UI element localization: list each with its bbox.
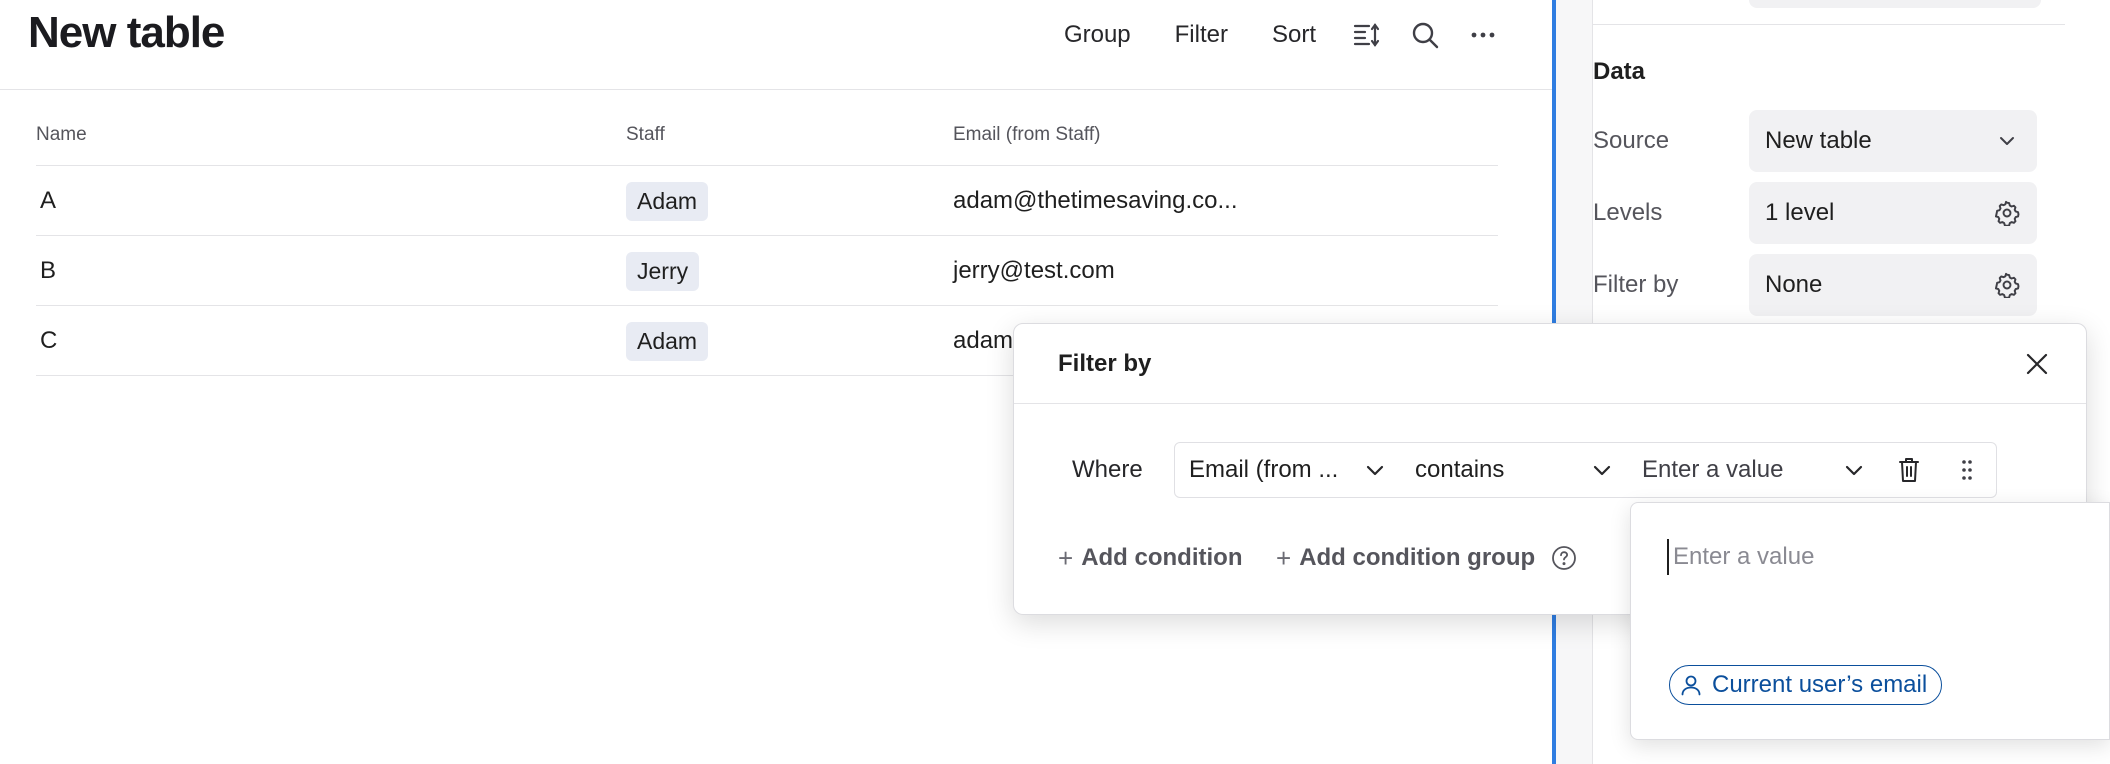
drag-handle-icon: [1962, 460, 1972, 480]
user-icon: [1681, 675, 1701, 696]
filter-popover-title: Filter by: [1058, 350, 1152, 377]
value-dropdown: Current user’s email: [1630, 502, 2110, 740]
operator-select-value: contains: [1415, 456, 1505, 483]
cell-staff: Adam: [626, 306, 709, 376]
chevron-down-icon: [1363, 458, 1387, 482]
table-row[interactable]: A Adam adam@thetimesaving.co...: [36, 166, 1498, 236]
cell-staff: Jerry: [626, 236, 700, 306]
group-button[interactable]: Group: [1042, 14, 1153, 56]
plus-icon: +: [1058, 542, 1074, 573]
cell-email: jerry@test.com: [953, 257, 1115, 284]
toolbar: Group Filter Sort: [1042, 14, 1512, 56]
help-icon[interactable]: [1551, 545, 1577, 571]
filter-popover-header: Filter by: [1014, 324, 2086, 404]
column-header-staff[interactable]: Staff: [626, 124, 665, 146]
table-row[interactable]: B Jerry jerry@test.com: [36, 236, 1498, 306]
panel-field-above: [1749, 0, 2041, 8]
column-header-email[interactable]: Email (from Staff): [953, 124, 1100, 146]
close-icon[interactable]: [2022, 349, 2052, 379]
where-label: Where: [1072, 456, 1143, 483]
delete-condition-button[interactable]: [1880, 442, 1939, 498]
plus-icon: +: [1276, 542, 1292, 573]
add-condition-group-button[interactable]: + Add condition group: [1276, 538, 1577, 578]
cell-email: adam@thetimesaving.co...: [953, 187, 1238, 214]
panel-divider: [1593, 24, 2065, 25]
field-select-value: Email (from ...: [1189, 456, 1339, 483]
source-select[interactable]: New table: [1749, 110, 2037, 172]
table-header: Name Staff Email (from Staff): [36, 110, 1498, 166]
data-section-title: Data: [1593, 58, 1646, 85]
filter-by-label: Filter by: [1593, 271, 1679, 298]
chevron-down-icon: [1993, 127, 2021, 155]
filter-by-row: Filter by None: [1593, 254, 2073, 316]
cell-name: B: [40, 257, 57, 284]
more-icon[interactable]: [1454, 14, 1512, 56]
column-header-name[interactable]: Name: [36, 124, 87, 146]
sort-button[interactable]: Sort: [1250, 14, 1338, 56]
filter-condition-row: Where Email (from ... contains Enter a v…: [1014, 442, 2088, 498]
source-label: Source: [1593, 127, 1670, 154]
filter-by-field[interactable]: None: [1749, 254, 2037, 316]
drag-handle[interactable]: [1938, 442, 1997, 498]
chevron-down-icon: [1842, 458, 1866, 482]
trash-icon: [1899, 458, 1919, 482]
levels-value: 1 level: [1765, 199, 1835, 226]
search-icon[interactable]: [1396, 14, 1454, 56]
filter-button[interactable]: Filter: [1153, 14, 1250, 56]
value-select-placeholder: Enter a value: [1642, 456, 1784, 483]
current-user-email-label: Current user’s email: [1712, 671, 1928, 698]
cell-name: A: [40, 187, 57, 214]
source-row: Source New table: [1593, 110, 2073, 172]
add-condition-button[interactable]: + Add condition: [1058, 538, 1242, 578]
add-condition-label: Add condition: [1081, 544, 1243, 571]
cell-name: C: [40, 327, 58, 354]
current-user-email-option[interactable]: Current user’s email: [1669, 665, 1943, 705]
value-input[interactable]: [1667, 539, 2087, 575]
staff-chip: Adam: [626, 181, 709, 221]
filter-by-value: None: [1765, 271, 1823, 298]
cell-staff: Adam: [626, 166, 709, 236]
gear-icon[interactable]: [1993, 199, 2021, 227]
row-height-icon[interactable]: [1338, 14, 1396, 56]
add-condition-group-label: Add condition group: [1299, 544, 1536, 571]
page-title: New table: [28, 8, 225, 57]
value-select[interactable]: Enter a value: [1628, 442, 1881, 498]
staff-chip: Jerry: [626, 251, 700, 291]
chevron-down-icon: [1590, 458, 1614, 482]
operator-select[interactable]: contains: [1401, 442, 1629, 498]
source-value: New table: [1765, 127, 1872, 154]
levels-label: Levels: [1593, 199, 1663, 226]
header-bar: New table Group Filter Sort: [0, 0, 1552, 90]
staff-chip: Adam: [626, 321, 709, 361]
gear-icon[interactable]: [1993, 271, 2021, 299]
levels-field[interactable]: 1 level: [1749, 182, 2037, 244]
cell-email: adam: [953, 327, 1014, 354]
levels-row: Levels 1 level: [1593, 182, 2073, 244]
field-select[interactable]: Email (from ...: [1174, 442, 1402, 498]
